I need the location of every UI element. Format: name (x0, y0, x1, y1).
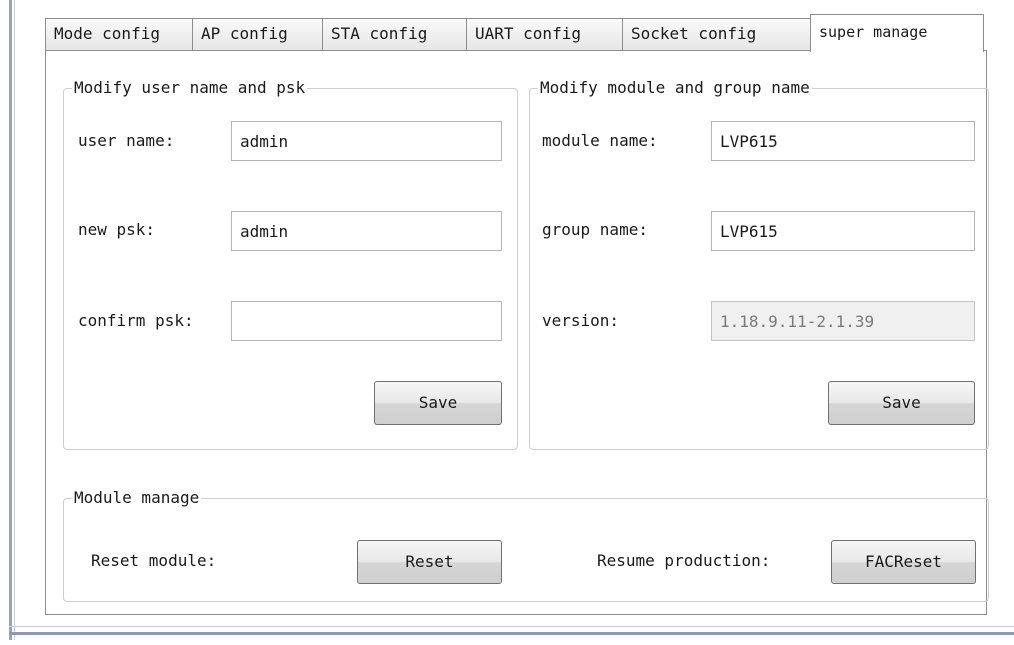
module-name-label: module name: (542, 131, 658, 150)
window-bottom-border (9, 632, 1014, 635)
module-manage-group-title: Module manage (72, 487, 202, 509)
window-bottom-border-inner (9, 626, 1014, 627)
save-user-button[interactable]: Save (374, 381, 502, 425)
module-group-name-group-title: Modify module and group name (538, 77, 812, 99)
tab-mode-config[interactable]: Mode config (45, 18, 193, 50)
confirm-psk-field[interactable] (231, 301, 502, 341)
facreset-button[interactable]: FACReset (831, 540, 976, 584)
group-name-label: group name: (542, 220, 648, 239)
tab-super-manage[interactable]: super manage (810, 14, 984, 52)
tab-ap-config[interactable]: AP config (192, 18, 323, 50)
module-manage-group: Module manage Reset module: Reset Resume… (63, 487, 989, 602)
user-name-field[interactable] (231, 121, 502, 161)
module-name-field[interactable] (711, 121, 975, 161)
confirm-psk-label: confirm psk: (78, 311, 194, 330)
version-field (711, 301, 975, 341)
group-name-field[interactable] (711, 211, 975, 251)
reset-module-label: Reset module: (91, 551, 217, 570)
tab-uart-config[interactable]: UART config (466, 18, 623, 50)
resume-production-label: Resume production: (597, 551, 771, 570)
reset-button[interactable]: Reset (357, 540, 502, 584)
save-module-button[interactable]: Save (828, 381, 975, 425)
super-manage-panel: Modify user name and psk user name: new … (45, 50, 989, 615)
new-psk-field[interactable] (231, 211, 502, 251)
new-psk-label: new psk: (78, 220, 156, 239)
window-left-border (9, 0, 12, 640)
module-group-name-group: Modify module and group name module name… (529, 77, 989, 450)
window-left-border-inner (14, 0, 15, 640)
tab-sta-config[interactable]: STA config (322, 18, 467, 50)
user-name-label: user name: (78, 131, 175, 150)
tab-socket-config[interactable]: Socket config (622, 18, 811, 50)
user-psk-group: Modify user name and psk user name: new … (63, 77, 518, 450)
user-psk-group-title: Modify user name and psk (72, 77, 308, 99)
version-label: version: (542, 311, 620, 330)
